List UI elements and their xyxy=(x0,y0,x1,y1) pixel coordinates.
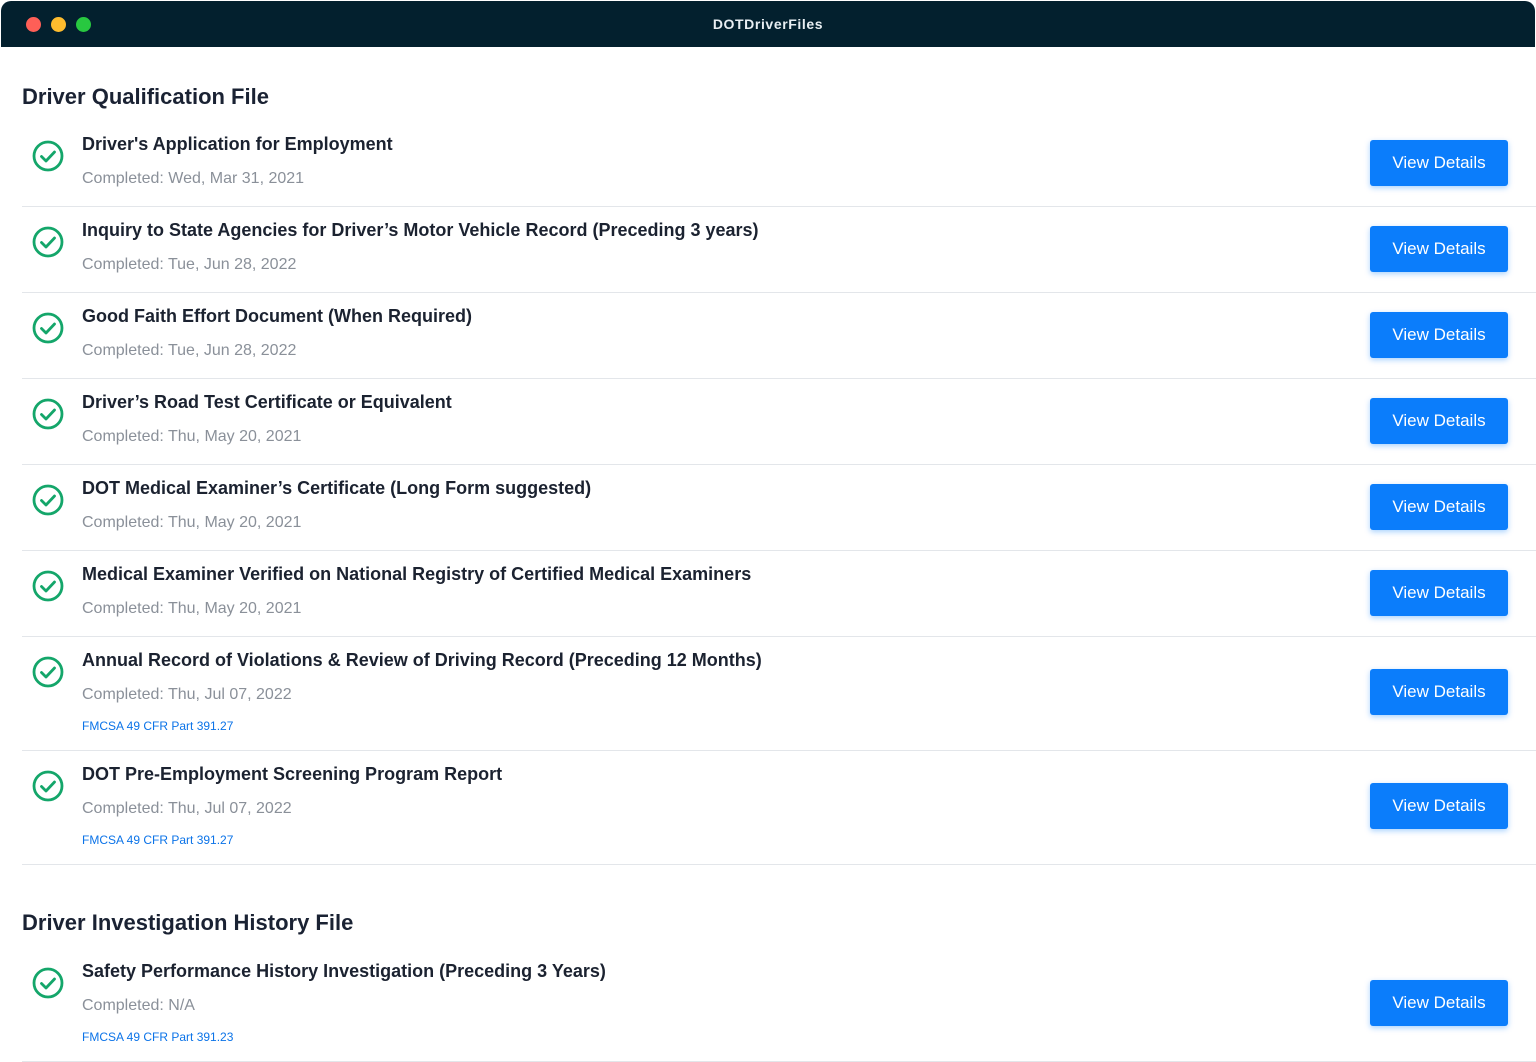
view-details-button[interactable]: View Details xyxy=(1370,669,1508,715)
view-details-button[interactable]: View Details xyxy=(1370,484,1508,530)
check-circle-icon xyxy=(32,770,64,802)
item-title: Inquiry to State Agencies for Driver’s M… xyxy=(82,220,759,240)
list-item: Annual Record of Violations & Review of … xyxy=(22,636,1536,751)
section-title-investigation: Driver Investigation History File xyxy=(22,910,354,935)
completed-date: Completed: Thu, Jul 07, 2022 xyxy=(82,800,292,817)
section-title-qualification: Driver Qualification File xyxy=(22,84,269,109)
check-circle-icon xyxy=(32,312,64,344)
list-item: DOT Medical Examiner’s Certificate (Long… xyxy=(22,464,1536,551)
list-item: Inquiry to State Agencies for Driver’s M… xyxy=(22,206,1536,293)
regulation-link[interactable]: FMCSA 49 CFR Part 391.27 xyxy=(82,719,233,733)
completed-date: Completed: Thu, May 20, 2021 xyxy=(82,514,302,531)
check-circle-icon xyxy=(32,570,64,602)
check-circle-icon xyxy=(32,967,64,999)
view-details-button[interactable]: View Details xyxy=(1370,398,1508,444)
check-circle-icon xyxy=(32,398,64,430)
check-circle-icon xyxy=(32,484,64,516)
item-title: Driver’s Road Test Certificate or Equiva… xyxy=(82,392,452,412)
view-details-button[interactable]: View Details xyxy=(1370,140,1508,186)
check-circle-icon xyxy=(32,140,64,172)
item-title: Good Faith Effort Document (When Require… xyxy=(82,306,472,326)
window-title: DOTDriverFiles xyxy=(712,16,824,32)
item-title: Safety Performance History Investigation… xyxy=(82,961,606,981)
completed-date: Completed: Thu, May 20, 2021 xyxy=(82,600,302,617)
list-item: Good Faith Effort Document (When Require… xyxy=(22,292,1536,379)
main-content: Driver Qualification File Driver Investi… xyxy=(0,48,1536,1062)
app-window: DOTDriverFiles Driver Qualification File… xyxy=(0,0,1536,1062)
view-details-button[interactable]: View Details xyxy=(1370,980,1508,1026)
list-item: Driver’s Road Test Certificate or Equiva… xyxy=(22,378,1536,465)
completed-date: Completed: Tue, Jun 28, 2022 xyxy=(82,342,297,359)
view-details-button[interactable]: View Details xyxy=(1370,570,1508,616)
view-details-button[interactable]: View Details xyxy=(1370,783,1508,829)
item-title: DOT Medical Examiner’s Certificate (Long… xyxy=(82,478,592,498)
check-circle-icon xyxy=(32,226,64,258)
completed-date: Completed: Tue, Jun 28, 2022 xyxy=(82,256,297,273)
list-item: Medical Examiner Verified on National Re… xyxy=(22,550,1536,637)
list-item: Safety Performance History Investigation… xyxy=(22,947,1536,1062)
item-title: Annual Record of Violations & Review of … xyxy=(82,650,762,670)
check-circle-icon xyxy=(32,656,64,688)
view-details-button[interactable]: View Details xyxy=(1370,312,1508,358)
completed-date: Completed: Thu, May 20, 2021 xyxy=(82,428,302,445)
regulation-link[interactable]: FMCSA 49 CFR Part 391.23 xyxy=(82,1030,233,1044)
view-details-button[interactable]: View Details xyxy=(1370,226,1508,272)
item-title: Medical Examiner Verified on National Re… xyxy=(82,564,752,584)
item-title: Driver's Application for Employment xyxy=(82,134,393,154)
list-item: Driver's Application for Employment Compl… xyxy=(22,120,1536,207)
completed-date: Completed: Thu, Jul 07, 2022 xyxy=(82,686,292,703)
title-bar: DOTDriverFiles xyxy=(1,1,1535,47)
regulation-link[interactable]: FMCSA 49 CFR Part 391.27 xyxy=(82,833,233,847)
list-item: DOT Pre-Employment Screening Program Rep… xyxy=(22,750,1536,865)
item-title: DOT Pre-Employment Screening Program Rep… xyxy=(82,764,503,784)
completed-date: Completed: N/A xyxy=(82,997,195,1014)
completed-date: Completed: Wed, Mar 31, 2021 xyxy=(82,170,305,187)
